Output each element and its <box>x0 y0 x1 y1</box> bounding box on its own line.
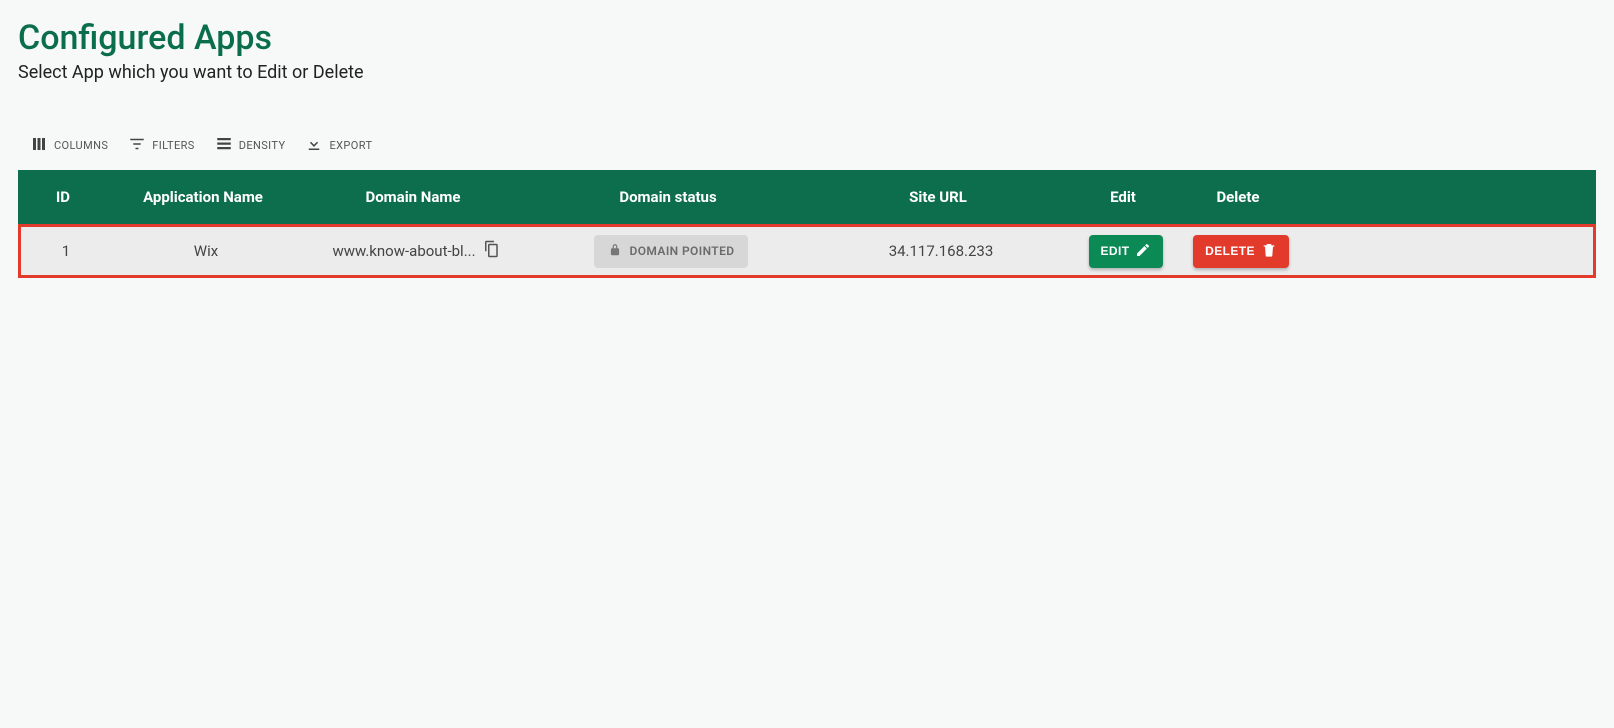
col-header-status[interactable]: Domain status <box>528 188 808 206</box>
edit-button[interactable]: EDIT <box>1089 235 1164 268</box>
status-chip: DOMAIN POINTED <box>594 235 749 268</box>
cell-siteurl: 34.117.168.233 <box>811 227 1071 275</box>
table-header-row: ID Application Name Domain Name Domain s… <box>18 170 1596 224</box>
filters-button[interactable]: FILTERS <box>124 131 198 160</box>
cell-status: DOMAIN POINTED <box>531 227 811 275</box>
lock-icon <box>608 243 622 260</box>
col-header-domain[interactable]: Domain Name <box>298 188 528 206</box>
trash-icon <box>1261 242 1277 261</box>
density-button[interactable]: DENSITY <box>211 131 290 160</box>
status-text: DOMAIN POINTED <box>630 244 735 258</box>
export-button[interactable]: EXPORT <box>301 131 376 160</box>
cell-delete: DELETE <box>1181 227 1301 275</box>
cell-appname: Wix <box>111 227 301 275</box>
export-label: EXPORT <box>329 139 372 152</box>
pencil-icon <box>1135 242 1151 261</box>
col-header-edit[interactable]: Edit <box>1068 188 1178 206</box>
col-header-delete[interactable]: Delete <box>1178 188 1298 206</box>
delete-button-label: DELETE <box>1205 244 1255 258</box>
table-row[interactable]: 1 Wix www.know-about-bl... DOMAIN POINTE… <box>18 224 1596 278</box>
domain-text: www.know-about-bl... <box>332 242 475 260</box>
col-header-appname[interactable]: Application Name <box>108 188 298 206</box>
col-header-id[interactable]: ID <box>18 188 108 206</box>
copy-icon[interactable] <box>482 240 500 262</box>
apps-table: ID Application Name Domain Name Domain s… <box>18 170 1596 278</box>
table-toolbar: COLUMNS FILTERS DENSITY EXPORT <box>18 131 1596 170</box>
download-icon <box>305 135 323 156</box>
cell-id: 1 <box>21 227 111 275</box>
density-icon <box>215 135 233 156</box>
page-subtitle: Select App which you want to Edit or Del… <box>18 62 1596 83</box>
filters-label: FILTERS <box>152 139 194 152</box>
edit-button-label: EDIT <box>1101 244 1130 258</box>
columns-icon <box>30 135 48 156</box>
columns-button[interactable]: COLUMNS <box>26 131 112 160</box>
page-title: Configured Apps <box>18 18 1596 58</box>
columns-label: COLUMNS <box>54 139 108 152</box>
col-header-siteurl[interactable]: Site URL <box>808 188 1068 206</box>
delete-button[interactable]: DELETE <box>1193 235 1289 268</box>
filter-icon <box>128 135 146 156</box>
cell-domain: www.know-about-bl... <box>301 227 531 275</box>
cell-edit: EDIT <box>1071 227 1181 275</box>
density-label: DENSITY <box>239 139 286 152</box>
